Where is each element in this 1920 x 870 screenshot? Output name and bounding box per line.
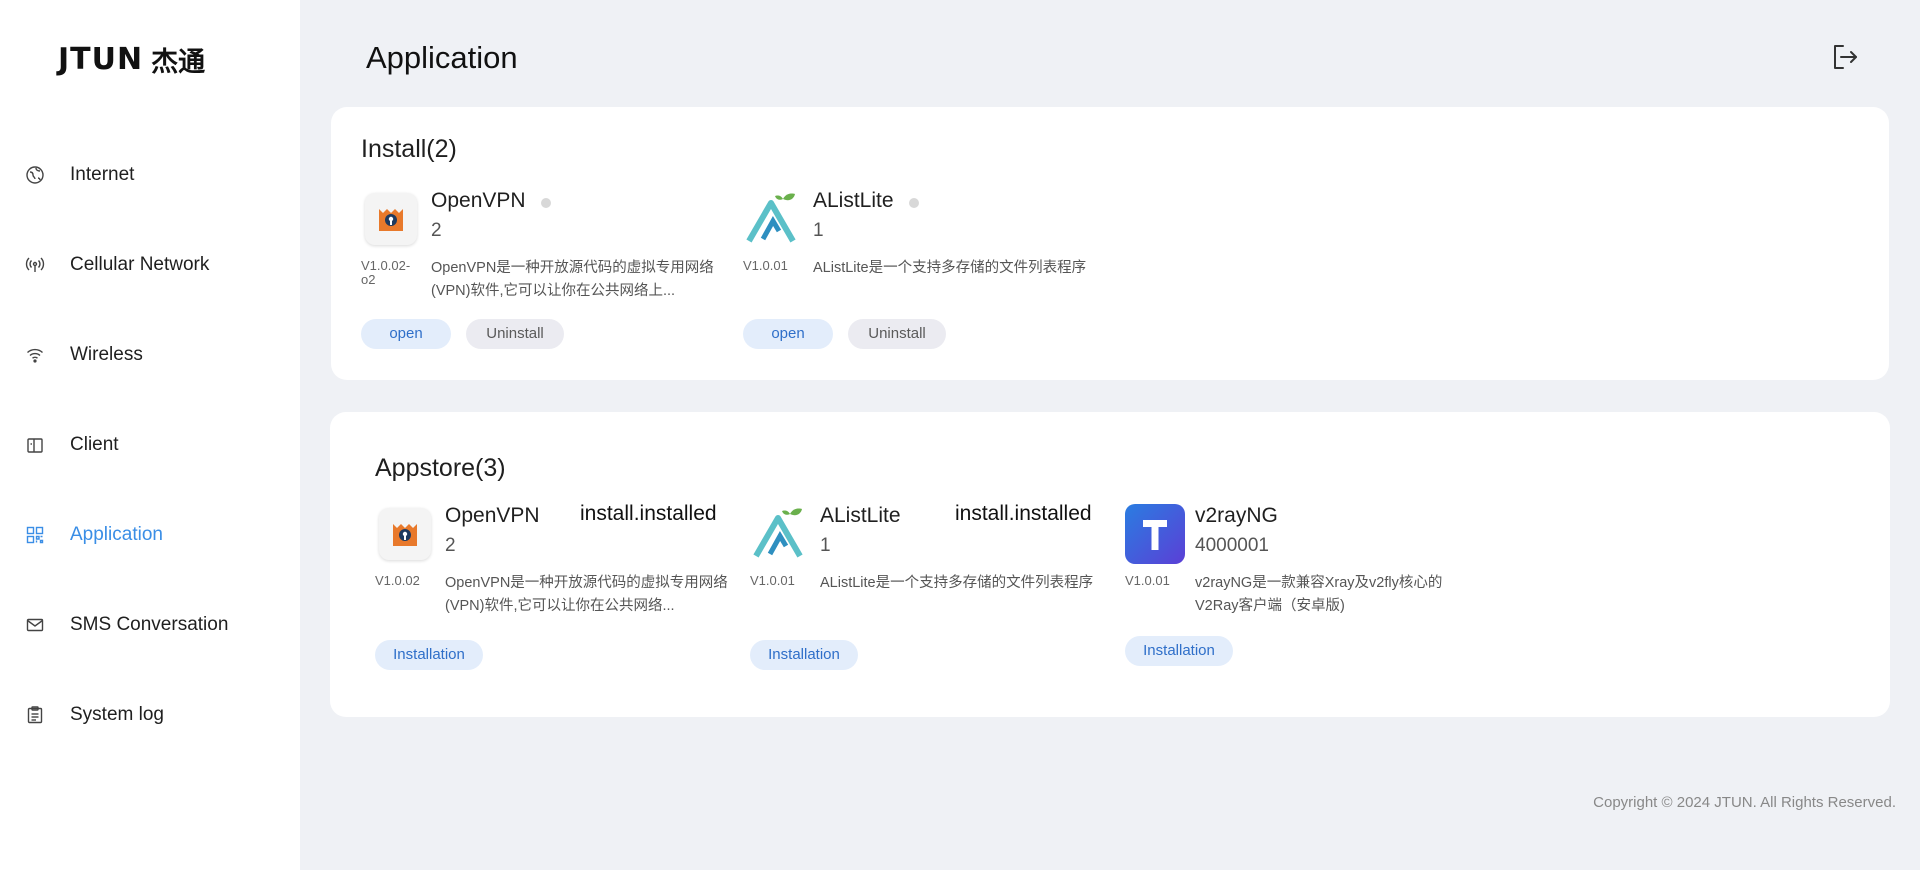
antenna-icon [24,254,46,276]
page-title: Application [366,40,518,75]
installation-button[interactable]: Installation [1125,636,1233,666]
install-status: install.installed [955,502,1092,525]
app-description: AListLite是一个支持多存储的文件列表程序 [820,575,1094,591]
appstore-title: Appstore(3) [375,454,506,482]
app-count: 2 [431,220,442,241]
store-app-openvpn: OpenVPN install.installed 2 V1.0.02 Open… [375,502,735,674]
installed-app-alistlite: AListLite 1 V1.0.01 AListLite是一个支持多存储的文件… [743,189,1103,359]
app-version: V1.0.01 [750,573,795,588]
install-status: install.installed [580,502,717,525]
sidebar-item-label: SMS Conversation [70,614,229,635]
sidebar-item-system-log[interactable]: System log [0,670,300,760]
logout-icon [1830,45,1860,76]
sidebar-item-application[interactable]: Application [0,490,300,580]
appstore-card: Appstore(3) OpenVPN install.installed 2 … [330,412,1890,717]
openvpn-icon [365,193,417,245]
v2rayng-icon [1125,504,1185,564]
mail-icon [24,614,46,636]
sidebar-item-sms-conversation[interactable]: SMS Conversation [0,580,300,670]
app-count: 4000001 [1195,535,1269,556]
uninstall-button[interactable]: Uninstall [466,319,564,349]
sidebar-nav: Internet Cellular Network Wireless Clien… [0,130,300,760]
sidebar-item-label: Cellular Network [70,254,210,275]
installed-title: Install(2) [361,135,457,163]
clipboard-icon [24,704,46,726]
app-count: 2 [445,535,456,556]
sidebar-item-label: Application [70,524,163,545]
installation-button[interactable]: Installation [375,640,483,670]
app-count: 1 [813,220,824,241]
status-dot [909,198,919,208]
device-icon [24,434,46,456]
installed-app-openvpn: OpenVPN 2 V1.0.02-o2 OpenVPN是一种开放源代码的虚拟专… [361,189,721,359]
logout-button[interactable] [1830,42,1860,72]
sidebar-item-client[interactable]: Client [0,400,300,490]
app-name: AListLite [813,189,894,212]
uninstall-button[interactable]: Uninstall [848,319,946,349]
logo-cn-text: 杰通 [151,47,206,78]
sidebar-item-wireless[interactable]: Wireless [0,310,300,400]
sidebar-item-internet[interactable]: Internet [0,130,300,220]
logo-text: JTUN [58,42,144,77]
status-dot [541,198,551,208]
open-button[interactable]: open [361,319,451,349]
wifi-icon [24,344,46,366]
openvpn-icon [379,508,431,560]
sidebar-item-label: Client [70,434,119,455]
open-button[interactable]: open [743,319,833,349]
app-version: V1.0.01 [743,258,788,273]
sidebar-item-label: Wireless [70,344,143,365]
app-name: OpenVPN [431,189,526,212]
installation-button[interactable]: Installation [750,640,858,670]
app-version: V1.0.02 [375,573,420,588]
app-count: 1 [820,535,831,556]
store-app-v2rayng: v2rayNG 4000001 V1.0.01 v2rayNG是一款兼容Xray… [1125,504,1485,674]
store-app-alistlite: AListLite install.installed 1 V1.0.01 AL… [750,502,1110,674]
app-version: V1.0.02-o2 [361,258,411,287]
sidebar-item-cellular-network[interactable]: Cellular Network [0,220,300,310]
app-name: OpenVPN [445,504,540,527]
app-version: V1.0.01 [1125,573,1170,588]
globe-icon [24,164,46,186]
sidebar-item-label: System log [70,704,164,725]
app-description: OpenVPN是一种开放源代码的虚拟专用网络(VPN)软件,它可以让你在公共网络… [431,260,714,299]
installed-apps-card: Install(2) OpenVPN 2 V1.0.02-o2 OpenVPN是… [331,107,1889,380]
grid-icon [24,524,46,546]
app-description: v2rayNG是一款兼容Xray及v2fly核心的V2Ray客户端（安卓版) [1195,575,1443,614]
sidebar-item-label: Internet [70,164,135,185]
sidebar: JTUN 杰通 Internet Cellular Network Wirele… [0,0,300,870]
app-description: OpenVPN是一种开放源代码的虚拟专用网络(VPN)软件,它可以让你在公共网络… [445,575,728,614]
app-description: AListLite是一个支持多存储的文件列表程序 [813,260,1087,276]
logo: JTUN 杰通 [58,40,205,79]
alistlite-icon [750,504,810,564]
footer-copyright: Copyright © 2024 JTUN. All Rights Reserv… [1593,794,1896,811]
alistlite-icon [743,189,803,249]
app-name: AListLite [820,504,901,527]
app-name: v2rayNG [1195,504,1278,527]
